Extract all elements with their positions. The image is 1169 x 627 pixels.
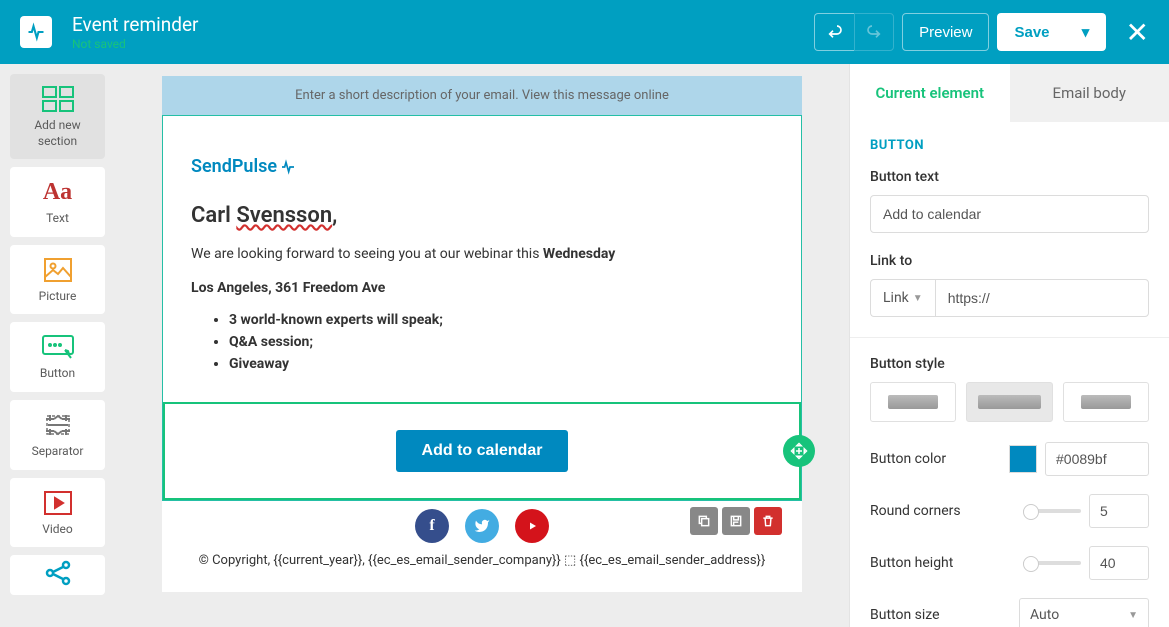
delete-row-button[interactable] bbox=[754, 507, 782, 535]
button-style-3[interactable] bbox=[1063, 382, 1149, 422]
section-heading: BUTTON bbox=[870, 138, 1149, 153]
button-style-2[interactable] bbox=[966, 382, 1052, 422]
row-actions bbox=[690, 507, 782, 535]
button-height-input[interactable] bbox=[1089, 546, 1149, 580]
color-input[interactable] bbox=[1045, 442, 1149, 476]
list-item: Q&A session; bbox=[229, 334, 773, 350]
grid-icon bbox=[38, 84, 78, 114]
sendpulse-logo: SendPulse bbox=[191, 156, 773, 177]
button-text-input[interactable] bbox=[870, 195, 1149, 233]
tool-label: Add new section bbox=[14, 118, 101, 149]
location-text: Los Angeles, 361 Freedom Ave bbox=[191, 280, 773, 296]
copy-row-button[interactable] bbox=[690, 507, 718, 535]
button-style-label: Button style bbox=[870, 356, 1149, 372]
email-body: Enter a short description of your email.… bbox=[162, 76, 802, 592]
app-header: Event reminder Not saved Preview Save ▾ … bbox=[0, 0, 1169, 64]
bullet-list: 3 world-known experts will speak; Q&A se… bbox=[191, 312, 773, 372]
tool-text[interactable]: Aa Text bbox=[10, 167, 105, 237]
tool-label: Picture bbox=[39, 289, 77, 305]
tab-email-body[interactable]: Email body bbox=[1010, 64, 1169, 122]
close-button[interactable]: ✕ bbox=[1126, 16, 1149, 49]
list-item: 3 world-known experts will speak; bbox=[229, 312, 773, 328]
panel-tabs: Current element Email body bbox=[850, 64, 1169, 122]
share-icon bbox=[38, 559, 78, 587]
preheader-text[interactable]: Enter a short description of your email.… bbox=[162, 76, 802, 115]
link-url-input[interactable] bbox=[935, 279, 1149, 317]
intro-para: We are looking forward to seeing you at … bbox=[191, 246, 773, 262]
button-style-options bbox=[870, 382, 1149, 422]
button-color-label: Button color bbox=[870, 451, 946, 467]
page-title: Event reminder bbox=[72, 13, 814, 36]
left-toolbar: Add new section Aa Text Picture Button S… bbox=[0, 64, 115, 627]
content-block[interactable]: Carl Svensson, We are looking forward to… bbox=[163, 177, 801, 372]
button-section[interactable]: Add to calendar bbox=[163, 402, 801, 500]
tool-button[interactable]: Button bbox=[10, 322, 105, 392]
round-corners-input[interactable] bbox=[1089, 494, 1149, 528]
tool-label: Video bbox=[42, 522, 73, 538]
youtube-icon[interactable] bbox=[515, 509, 549, 543]
tool-add-section[interactable]: Add new section bbox=[10, 74, 105, 159]
button-style-1[interactable] bbox=[870, 382, 956, 422]
separator-icon bbox=[38, 410, 78, 440]
round-corners-slider[interactable] bbox=[1023, 509, 1081, 513]
app-logo-icon bbox=[20, 16, 52, 48]
drag-handle-icon[interactable] bbox=[783, 435, 815, 467]
greeting: Carl Svensson, bbox=[191, 203, 773, 228]
redo-button[interactable] bbox=[854, 13, 894, 51]
preview-button[interactable]: Preview bbox=[902, 13, 989, 51]
undo-button[interactable] bbox=[814, 13, 854, 51]
button-size-label: Button size bbox=[870, 607, 940, 623]
tool-label: Button bbox=[40, 366, 75, 382]
tool-video[interactable]: Video bbox=[10, 478, 105, 548]
button-height-label: Button height bbox=[870, 555, 953, 571]
selected-section: SendPulse Carl Svensson, We are looking … bbox=[162, 115, 802, 501]
button-text-label: Button text bbox=[870, 169, 1149, 185]
tab-current-element[interactable]: Current element bbox=[850, 64, 1010, 122]
email-canvas[interactable]: Enter a short description of your email.… bbox=[115, 64, 849, 627]
list-item: Giveaway bbox=[229, 356, 773, 372]
picture-icon bbox=[38, 255, 78, 285]
button-size-select[interactable]: Auto▼ bbox=[1019, 598, 1149, 627]
link-type-dropdown[interactable]: Link ▼ bbox=[870, 279, 935, 317]
copyright-text: © Copyright, {{current_year}}, {{ec_es_e… bbox=[182, 551, 782, 572]
round-corners-label: Round corners bbox=[870, 503, 961, 519]
facebook-icon[interactable]: f bbox=[415, 509, 449, 543]
tool-separator[interactable]: Separator bbox=[10, 400, 105, 470]
video-icon bbox=[38, 488, 78, 518]
color-swatch[interactable] bbox=[1009, 445, 1037, 473]
button-icon bbox=[38, 332, 78, 362]
save-dropdown-button[interactable]: ▾ bbox=[1066, 13, 1106, 51]
save-button[interactable]: Save bbox=[997, 13, 1065, 51]
twitter-icon[interactable] bbox=[465, 509, 499, 543]
header-actions: Preview Save ▾ ✕ bbox=[814, 13, 1149, 51]
button-height-slider[interactable] bbox=[1023, 561, 1081, 565]
tool-picture[interactable]: Picture bbox=[10, 245, 105, 315]
tool-label: Text bbox=[46, 211, 69, 227]
logo-area[interactable]: SendPulse bbox=[163, 116, 801, 177]
title-block: Event reminder Not saved bbox=[72, 13, 814, 51]
tool-share[interactable] bbox=[10, 555, 105, 595]
save-status: Not saved bbox=[72, 37, 814, 51]
properties-panel: Current element Email body BUTTON Button… bbox=[849, 64, 1169, 627]
link-to-label: Link to bbox=[870, 253, 1149, 269]
text-icon: Aa bbox=[38, 177, 78, 207]
email-footer[interactable]: f © Copyright, {{current_year}}, {{ec_es… bbox=[162, 501, 802, 592]
tool-label: Separator bbox=[32, 444, 84, 460]
save-row-button[interactable] bbox=[722, 507, 750, 535]
add-to-calendar-button[interactable]: Add to calendar bbox=[396, 430, 569, 472]
